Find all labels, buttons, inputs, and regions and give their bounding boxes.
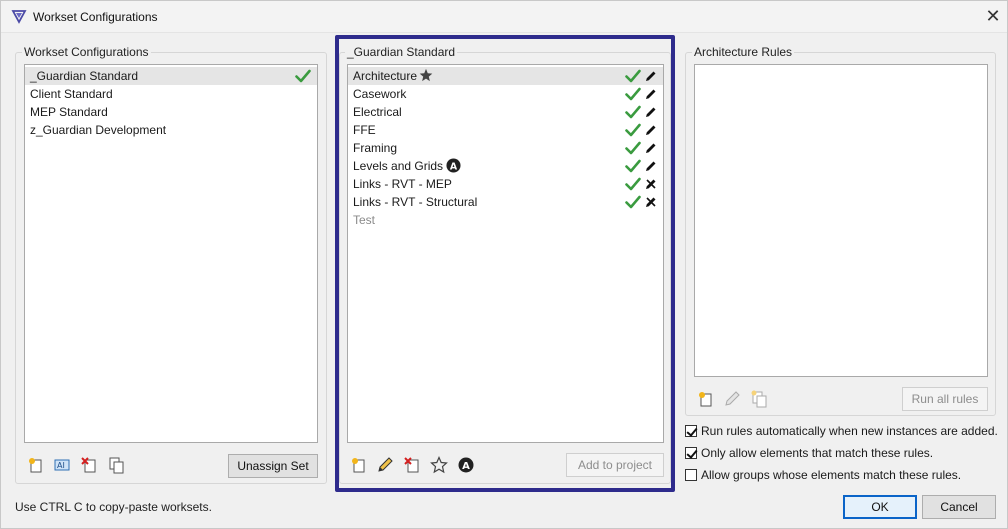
checkbox-run-auto[interactable] xyxy=(685,425,697,437)
copy-hint-text: Use CTRL C to copy-paste worksets. xyxy=(15,500,212,514)
checkbox-allow-groups[interactable] xyxy=(685,469,697,481)
left-panel-label: Workset Configurations xyxy=(22,45,151,59)
app-logo-icon xyxy=(11,8,27,24)
cancel-button[interactable]: Cancel xyxy=(922,495,996,519)
config-item-label: MEP Standard xyxy=(30,105,108,119)
option-only-allow-label: Only allow elements that match these rul… xyxy=(701,446,934,460)
dialog-window: Workset Configurations ✕ Workset Configu… xyxy=(0,0,1008,529)
config-item-label: Client Standard xyxy=(30,87,113,101)
option-only-allow[interactable]: Only allow elements that match these rul… xyxy=(685,444,933,462)
option-allow-groups-label: Allow groups whose elements match these … xyxy=(701,468,962,482)
config-item-label: _Guardian Standard xyxy=(30,69,139,83)
config-item-z-guardian-development[interactable]: z_Guardian Development xyxy=(25,121,317,139)
new-rule-icon[interactable] xyxy=(697,390,715,408)
ok-button[interactable]: OK xyxy=(843,495,917,519)
copy-rule-icon[interactable] xyxy=(750,390,768,408)
configuration-list[interactable]: _Guardian Standard Client Standard MEP Sta… xyxy=(24,64,318,443)
copy-config-icon[interactable] xyxy=(107,456,125,474)
highlight-frame xyxy=(335,35,675,492)
new-config-icon[interactable] xyxy=(27,456,45,474)
option-run-auto-label: Run rules automatically when new instanc… xyxy=(701,424,998,438)
config-item-guardian-standard[interactable]: _Guardian Standard xyxy=(25,67,317,85)
option-run-auto[interactable]: Run rules automatically when new instanc… xyxy=(685,422,998,440)
window-title: Workset Configurations xyxy=(33,10,158,24)
unassign-set-button[interactable]: Unassign Set xyxy=(228,454,318,478)
option-allow-groups[interactable]: Allow groups whose elements match these … xyxy=(685,466,961,484)
rules-list[interactable] xyxy=(694,64,988,377)
config-item-label: z_Guardian Development xyxy=(30,123,167,137)
checkbox-only-allow[interactable] xyxy=(685,447,697,459)
run-all-rules-button[interactable]: Run all rules xyxy=(902,387,988,411)
svg-text:AI: AI xyxy=(57,461,65,470)
config-item-client-standard[interactable]: Client Standard xyxy=(25,85,317,103)
close-button[interactable]: ✕ xyxy=(981,5,1005,29)
delete-config-icon[interactable] xyxy=(80,456,98,474)
rename-config-icon[interactable]: AI xyxy=(53,456,71,474)
row-icons xyxy=(295,67,311,85)
right-panel-label: Architecture Rules xyxy=(692,45,795,59)
check-icon xyxy=(295,69,311,83)
edit-rule-icon[interactable] xyxy=(723,390,741,408)
title-bar: Workset Configurations ✕ xyxy=(1,1,1007,33)
config-item-mep-standard[interactable]: MEP Standard xyxy=(25,103,317,121)
